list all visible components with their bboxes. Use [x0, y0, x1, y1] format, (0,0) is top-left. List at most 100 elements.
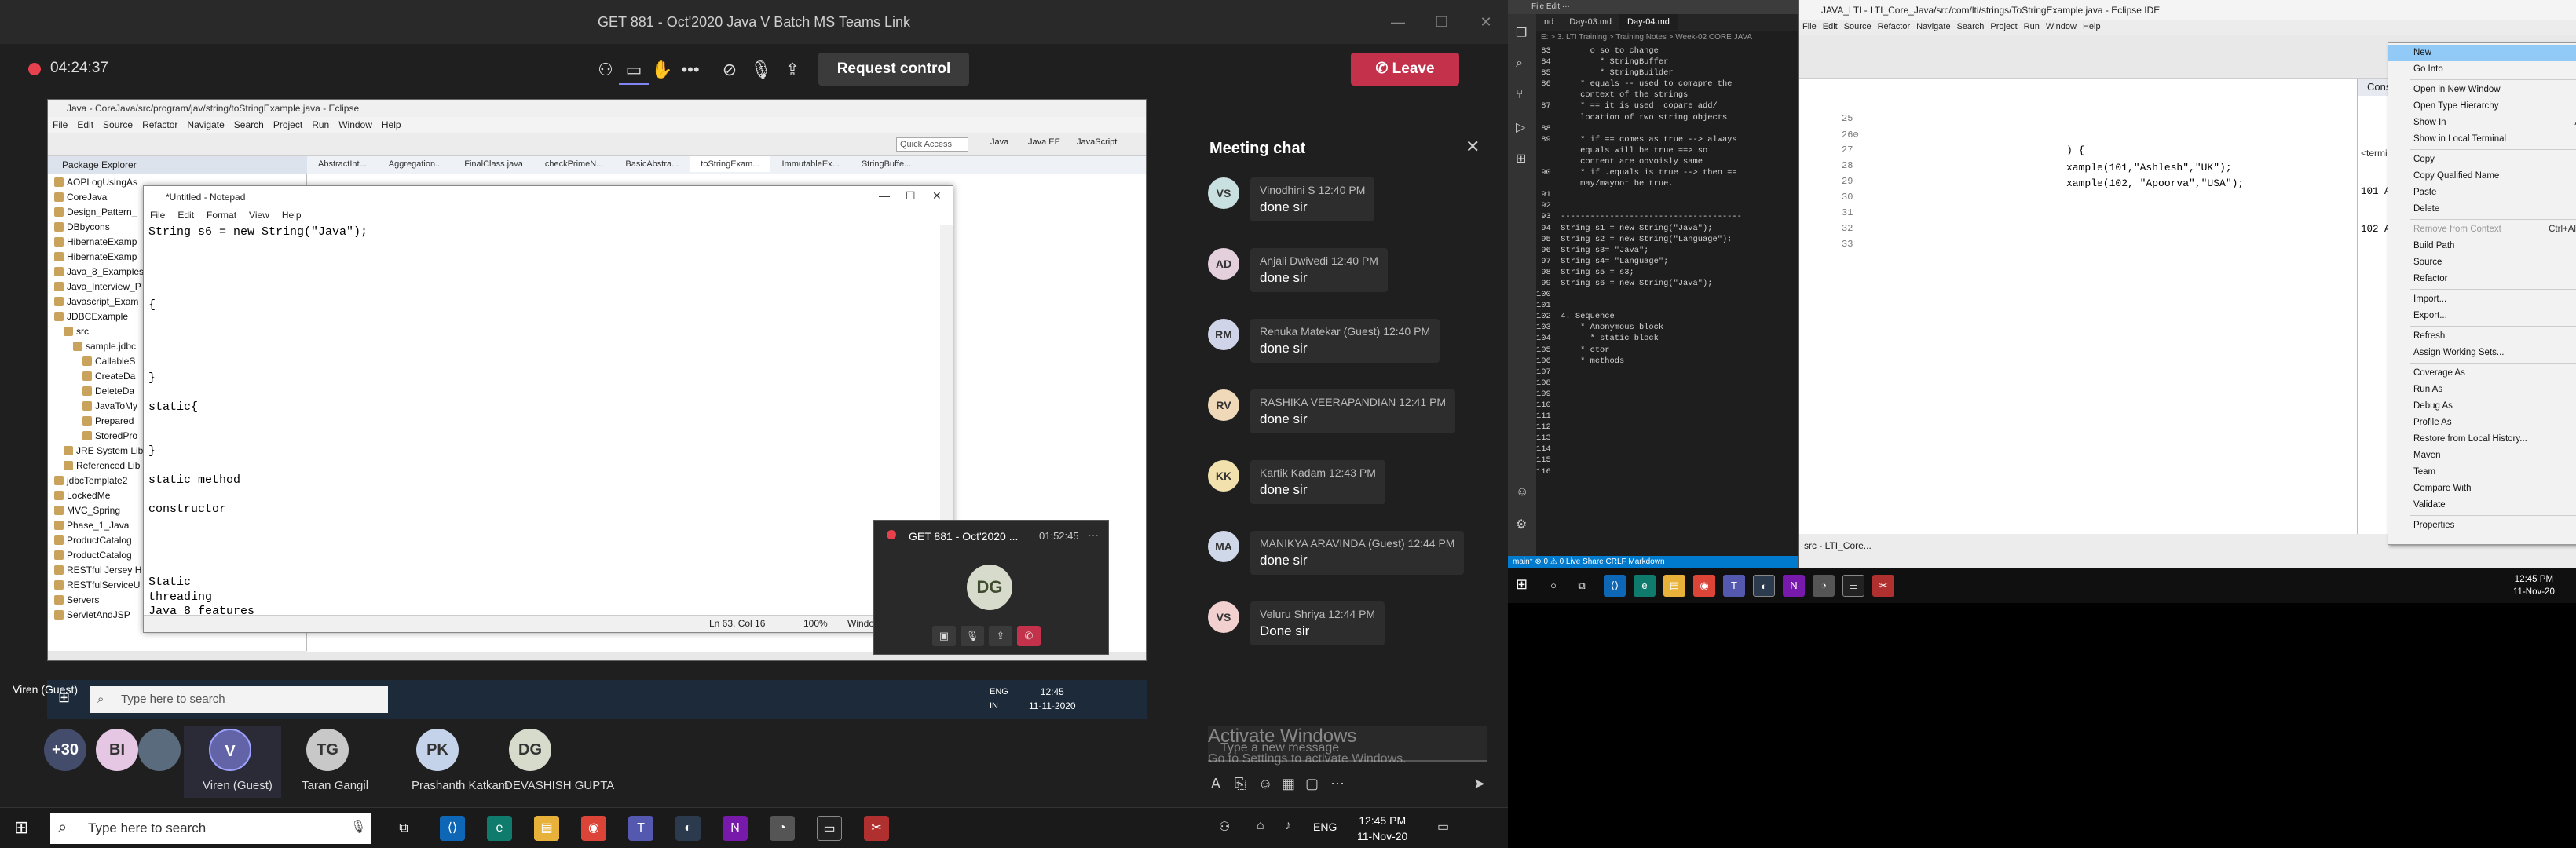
onenote-icon[interactable]: N: [723, 816, 748, 841]
menu-item-coverage-as[interactable]: Coverage As>: [2388, 365, 2576, 382]
menu-item-maven[interactable]: Maven>: [2388, 448, 2576, 464]
vscode-icon[interactable]: ⟨⟩: [440, 816, 465, 841]
tree-item[interactable]: JRE System Lib: [48, 444, 143, 459]
menu-window[interactable]: Window: [334, 117, 377, 133]
run-icon[interactable]: ▷: [1516, 119, 1525, 135]
tree-item[interactable]: sample.jdbc: [48, 339, 136, 354]
menu-item-go-into[interactable]: Go Into: [2388, 61, 2576, 78]
attach-icon[interactable]: ⎘: [1235, 776, 1246, 792]
tree-item[interactable]: AOPLogUsingAs: [48, 175, 137, 190]
file-explorer-icon[interactable]: ▤: [1663, 575, 1685, 597]
menu-item-validate[interactable]: Validate: [2388, 497, 2576, 514]
editor-tab[interactable]: StringBuffe...: [851, 156, 922, 172]
menu-edit[interactable]: Edit: [72, 117, 98, 133]
tree-item[interactable]: CallableS: [48, 354, 135, 369]
vscode-icon[interactable]: ⟨⟩: [1604, 575, 1626, 597]
menu-help[interactable]: Help: [276, 208, 308, 222]
task-view-icon[interactable]: ⧉: [391, 816, 416, 841]
chrome-icon[interactable]: ◉: [581, 816, 606, 841]
volume-icon[interactable]: ♪: [1285, 819, 1291, 833]
windows-start-icon[interactable]: ⊞: [1516, 576, 1528, 593]
eclipse-icon[interactable]: ◐: [1753, 575, 1775, 597]
tree-item[interactable]: HibernateExamp: [48, 235, 137, 250]
mic-off-icon[interactable]: 🎙: [746, 55, 776, 85]
more-options-icon[interactable]: ⋯: [1088, 528, 1099, 542]
emoji-icon[interactable]: ☺: [1258, 776, 1272, 792]
menu-item-show-in[interactable]: Show InAlt+Shift+W >: [2388, 115, 2576, 131]
menu-project[interactable]: Project: [269, 117, 307, 133]
maximize-icon[interactable]: ❐: [1420, 0, 1464, 44]
perspective-javaee[interactable]: Java EE: [1028, 137, 1060, 147]
more-options-icon[interactable]: •••: [675, 55, 705, 85]
format-icon[interactable]: A: [1211, 776, 1220, 792]
account-icon[interactable]: ☺: [1516, 485, 1528, 499]
tree-item[interactable]: Referenced Lib: [48, 459, 140, 473]
quick-access-input[interactable]: Quick Access: [896, 137, 968, 152]
edge-icon[interactable]: e: [1634, 575, 1656, 597]
menu-run[interactable]: Run: [2021, 20, 2043, 33]
tab[interactable]: nd: [1536, 14, 1561, 30]
tree-item[interactable]: Java_8_Examples: [48, 265, 144, 280]
menu-item-debug-as[interactable]: Debug As>: [2388, 398, 2576, 415]
menu-item-copy[interactable]: CopyCtrl+C: [2388, 152, 2576, 168]
editor-tab[interactable]: AbstractInt...: [307, 156, 378, 172]
share-icon[interactable]: ⇪: [989, 626, 1012, 646]
menu-item-compare-with[interactable]: Compare With>: [2388, 481, 2576, 497]
tree-item[interactable]: MVC_Spring: [48, 503, 120, 518]
menu-refactor[interactable]: Refactor: [1875, 20, 1914, 33]
editor-tab[interactable]: ImmutableEx...: [770, 156, 850, 172]
send-icon[interactable]: ➤: [1473, 776, 1485, 792]
minimize-icon[interactable]: —: [1376, 0, 1420, 44]
hang-up-icon[interactable]: ✆: [1017, 626, 1041, 646]
tree-item[interactable]: ProductCatalog: [48, 548, 132, 563]
close-icon[interactable]: ✕: [1464, 0, 1508, 44]
menu-item-import[interactable]: Import...: [2388, 291, 2576, 308]
task-view-icon[interactable]: ⧉: [1571, 575, 1593, 597]
windows-start-icon[interactable]: ⊞: [14, 817, 28, 838]
terminal-icon[interactable]: ▭: [1842, 575, 1864, 597]
menu-item-export[interactable]: Export...: [2388, 308, 2576, 324]
edge-icon[interactable]: e: [487, 816, 512, 841]
perspective-java[interactable]: Java: [990, 137, 1008, 147]
tree-item[interactable]: RESTful Jersey H: [48, 563, 141, 578]
menu-item-assign-working-sets[interactable]: Assign Working Sets...: [2388, 345, 2576, 361]
menu-item-open-in-new-window[interactable]: Open in New Window: [2388, 82, 2576, 98]
tree-item[interactable]: HibernateExamp: [48, 250, 137, 265]
tree-item[interactable]: CoreJava: [48, 190, 107, 205]
gif-icon[interactable]: ▦: [1282, 776, 1295, 792]
menu-item-profile-as[interactable]: Profile As>: [2388, 415, 2576, 431]
source-control-icon[interactable]: ⑂: [1516, 88, 1524, 102]
menu-file[interactable]: File: [48, 117, 72, 133]
menu-item-open-type-hierarchy[interactable]: Open Type HierarchyF4: [2388, 98, 2576, 115]
close-icon[interactable]: ✕: [932, 189, 942, 203]
tree-item[interactable]: CreateDa: [48, 369, 135, 384]
tree-item[interactable]: RESTfulServiceU: [48, 578, 140, 593]
editor-tab[interactable]: BasicAbstra...: [614, 156, 690, 172]
tree-item[interactable]: Phase_1_Java: [48, 518, 129, 533]
maximize-icon[interactable]: ☐: [906, 189, 916, 203]
editor-tab[interactable]: checkPrimeN...: [534, 156, 615, 172]
sticker-icon[interactable]: ▢: [1305, 776, 1319, 792]
menu-item-run-as[interactable]: Run As>: [2388, 382, 2576, 398]
tree-item[interactable]: DBbycons: [48, 220, 110, 235]
clock[interactable]: 12:45 11-11-2020: [1029, 685, 1076, 713]
extensions-icon[interactable]: ⊞: [1516, 151, 1526, 166]
menu-edit[interactable]: Edit: [1820, 20, 1841, 33]
perspective-javascript[interactable]: JavaScript: [1077, 137, 1117, 147]
menu-item-source[interactable]: SourceAlt+Shift+S >: [2388, 254, 2576, 271]
menu-refactor[interactable]: Refactor: [137, 117, 182, 133]
menu-view[interactable]: View: [243, 208, 276, 222]
tree-item[interactable]: Design_Pattern_: [48, 205, 137, 220]
menu-run[interactable]: Run: [307, 117, 334, 133]
tree-item[interactable]: DeleteDa: [48, 384, 134, 399]
snipping-tool-icon[interactable]: ✂: [1872, 575, 1894, 597]
menu-window[interactable]: Window: [2043, 20, 2080, 33]
menu-source[interactable]: Source: [1841, 20, 1875, 33]
chrome-icon[interactable]: ◉: [1693, 575, 1715, 597]
menu-navigate[interactable]: Navigate: [1913, 20, 1953, 33]
tree-item[interactable]: Servers: [48, 593, 99, 608]
file-explorer-icon[interactable]: ▤: [534, 816, 559, 841]
camera-icon[interactable]: ▣: [932, 626, 956, 646]
menu-item-paste[interactable]: PasteCtrl+V: [2388, 185, 2576, 201]
onenote-icon[interactable]: N: [1783, 575, 1805, 597]
